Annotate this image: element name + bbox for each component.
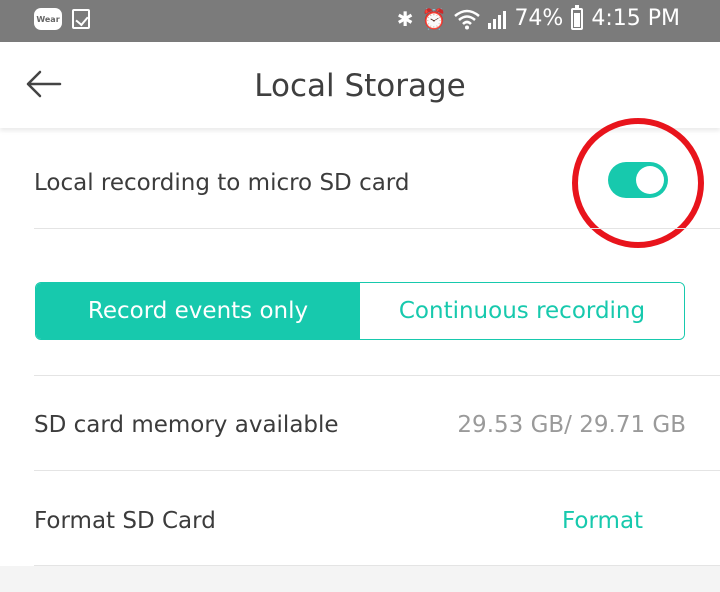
continuous-recording-button[interactable]: Continuous recording [360, 283, 684, 339]
divider [34, 375, 720, 376]
status-time: 4:15 PM [591, 6, 680, 31]
alarm-icon: ⏰ [421, 6, 447, 31]
format-button[interactable]: Format [562, 508, 643, 534]
bottom-strip [0, 566, 720, 592]
recording-mode-segmented-control: Record events only Continuous recording [35, 282, 685, 340]
battery-fill [574, 13, 581, 27]
status-bar-right: ✱ ⏰ 74% 4:15 PM [396, 4, 680, 31]
local-recording-label: Local recording to micro SD card [34, 170, 410, 196]
bluetooth-icon: ✱ [396, 6, 414, 31]
format-sd-label: Format SD Card [34, 508, 216, 534]
battery-icon [571, 4, 584, 30]
memory-label: SD card memory available [34, 412, 339, 438]
wear-app-icon: Wear [34, 8, 62, 30]
wifi-icon [454, 9, 481, 29]
checklist-icon [72, 9, 90, 29]
app-header: Local Storage [0, 42, 720, 128]
signal-icon [488, 9, 507, 29]
divider [34, 470, 720, 471]
status-bar-left: Wear [34, 8, 90, 30]
divider [34, 228, 720, 229]
memory-value: 29.53 GB/ 29.71 GB [457, 412, 686, 438]
record-events-only-button[interactable]: Record events only [36, 283, 360, 339]
page-title: Local Storage [254, 68, 466, 104]
status-bar: Wear ✱ ⏰ 74% 4:15 PM [0, 0, 720, 42]
battery-percent: 74% [514, 6, 564, 31]
wear-label: Wear [36, 14, 60, 24]
